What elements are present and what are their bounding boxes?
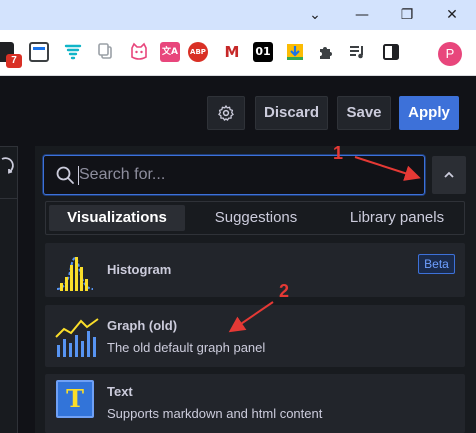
search-input[interactable] — [79, 162, 409, 188]
histogram-icon — [56, 257, 94, 291]
tab-visualizations[interactable]: Visualizations — [49, 205, 185, 231]
browser-titlebar: ⌄ — ❐ ✕ — [0, 0, 476, 30]
viz-card-text[interactable]: T Text Supports markdown and html conten… — [45, 374, 465, 433]
cat-ext-icon[interactable] — [129, 42, 149, 62]
beta-badge: Beta — [418, 254, 455, 274]
viz-title: Histogram — [107, 262, 172, 277]
extension-badge: 7 — [6, 54, 22, 68]
viz-card-histogram[interactable]: Histogram Beta — [45, 243, 465, 297]
adblock-ext-icon[interactable]: ABP — [188, 42, 208, 62]
puzzle-extensions-icon[interactable] — [316, 42, 336, 62]
text-icon-letter: T — [66, 384, 84, 413]
viz-card-graph-old[interactable]: Graph (old) The old default graph panel — [45, 305, 465, 367]
translate-ext-icon[interactable]: 文A — [160, 42, 180, 62]
playlist-icon[interactable] — [348, 42, 368, 62]
viz-title: Text — [107, 384, 133, 399]
viz-title: Graph (old) — [107, 318, 178, 333]
copy-ext-icon[interactable] — [96, 42, 116, 62]
apply-button[interactable]: Apply — [399, 96, 459, 130]
left-pane — [0, 146, 18, 433]
search-icon — [56, 166, 74, 184]
save-button[interactable]: Save — [337, 96, 391, 130]
download-ext-icon[interactable] — [285, 42, 305, 62]
restore-icon[interactable]: ❐ — [397, 5, 417, 25]
search-box — [43, 155, 425, 195]
collapse-button[interactable] — [432, 156, 466, 194]
funnel-ext-icon[interactable] — [63, 42, 83, 62]
picker-tabs: Visualizations Suggestions Library panel… — [45, 201, 465, 235]
sidepanel-icon[interactable] — [381, 42, 401, 62]
viz-description: The old default graph panel — [107, 340, 266, 355]
divider — [0, 198, 18, 199]
binary-ext-icon[interactable]: 01 — [253, 42, 273, 62]
chevron-down-icon[interactable]: ⌄ — [305, 5, 325, 25]
close-icon[interactable]: ✕ — [442, 5, 462, 25]
profile-avatar[interactable]: P — [438, 42, 462, 66]
window-ext-icon[interactable] — [29, 42, 49, 62]
browser-toolbar: 7 文A ABP M 01 — [0, 30, 476, 76]
text-panel-icon: T — [56, 380, 94, 418]
refresh-icon[interactable] — [0, 150, 18, 180]
graph-old-icon — [55, 318, 99, 357]
viz-description: Supports markdown and html content — [107, 406, 323, 421]
chevron-up-icon — [444, 171, 454, 178]
m-ext-icon[interactable]: M — [222, 42, 242, 62]
settings-button[interactable] — [207, 96, 245, 130]
tab-library-panels[interactable]: Library panels — [332, 205, 462, 231]
annotation-number-1: 1 — [333, 143, 344, 163]
annotation-number-2: 2 — [279, 281, 290, 301]
tab-suggestions[interactable]: Suggestions — [196, 205, 316, 231]
gear-icon — [218, 105, 234, 121]
minimize-icon[interactable]: — — [352, 5, 372, 25]
discard-button[interactable]: Discard — [255, 96, 328, 130]
